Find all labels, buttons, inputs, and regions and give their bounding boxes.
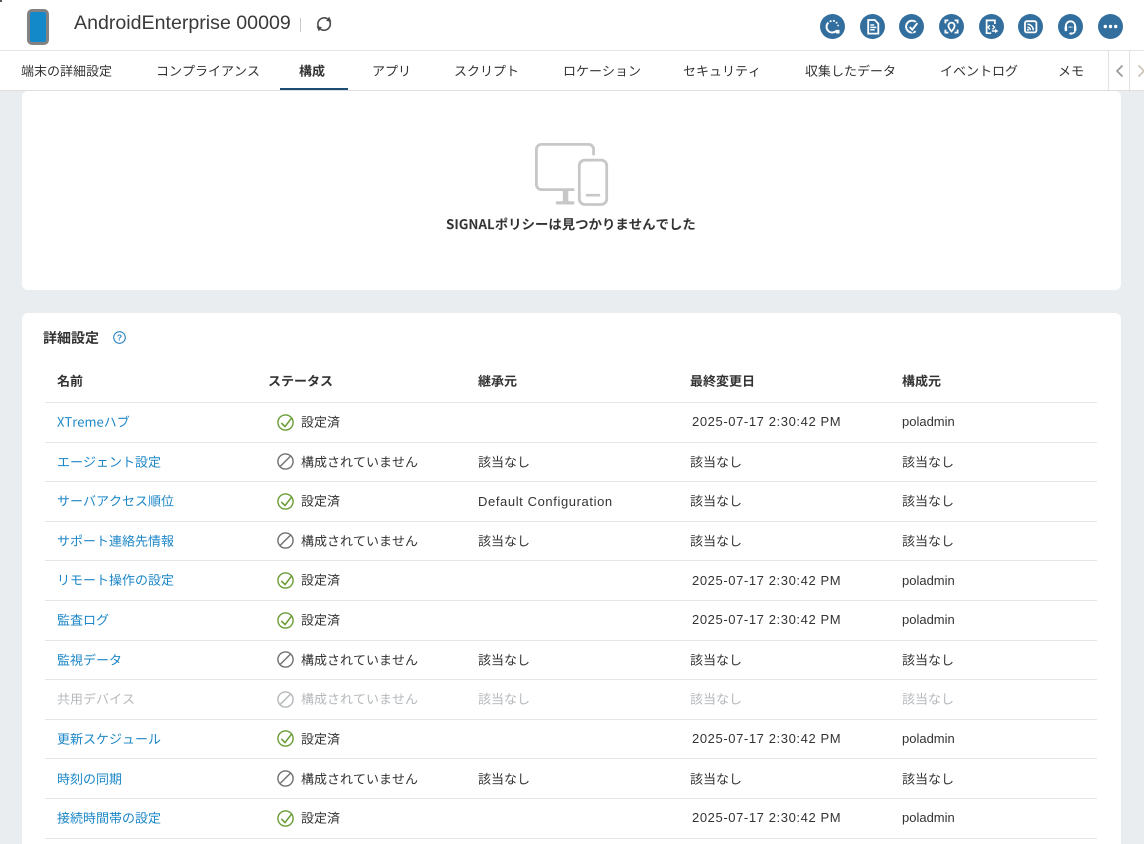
svg-text:?: ? — [116, 333, 121, 343]
